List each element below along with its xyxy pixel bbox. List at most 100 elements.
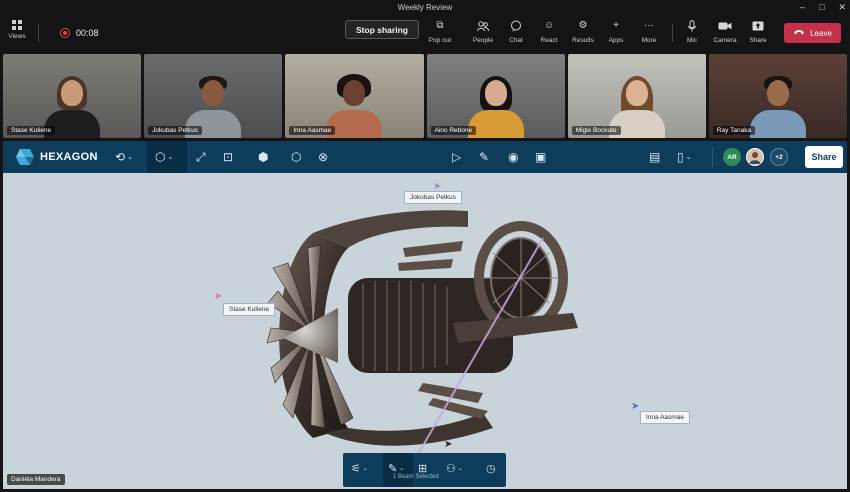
intersect-button[interactable]: ⊗	[318, 149, 328, 165]
grid-icon	[12, 20, 22, 30]
chat-button[interactable]: Chat	[500, 20, 532, 44]
play-icon: ▷	[452, 150, 462, 164]
people-icon	[467, 20, 499, 32]
play-button[interactable]: ▷	[452, 149, 461, 165]
orbit-tool[interactable]: ⟲ ⌄	[115, 149, 133, 165]
snapshot-button[interactable]: ◉	[508, 149, 518, 165]
camera-label: Camera	[713, 37, 737, 44]
orbit-icon: ⟲	[115, 150, 126, 164]
more-collaborators-badge[interactable]: +2	[770, 148, 788, 166]
divider	[672, 24, 673, 42]
chevron-down-icon: ⌄	[167, 154, 174, 161]
minimize-button[interactable]: –	[800, 2, 805, 12]
markup-toolbar: ⚟ ⌄ ✎ ⌄ ⊞ ⚇ ⌄ ◷ 1 Beam Selected	[343, 453, 506, 487]
chevron-down-icon: ⌄	[685, 154, 692, 161]
participant-video	[44, 74, 101, 138]
markup-button[interactable]: ✎	[479, 149, 489, 165]
results-icon: ⚙	[578, 20, 588, 31]
cursor-label: Stase Kuliene	[223, 303, 276, 316]
timer-tool[interactable]: ◷	[486, 462, 496, 475]
participant-video	[608, 74, 665, 138]
more-icon: ···	[644, 20, 654, 31]
stase-cursor-icon: ➤	[214, 291, 223, 302]
intersect-icon: ⊗	[318, 150, 329, 164]
cursor-label: Jokubas Petkus	[404, 191, 462, 204]
expand-icon: ⤢	[196, 149, 206, 164]
mouse-pointer-icon: ➤	[444, 439, 453, 450]
participant-tile[interactable]: Aino Rebone	[426, 54, 565, 138]
camera-button[interactable]: Camera	[709, 20, 741, 44]
save-button[interactable]: ▣	[535, 149, 546, 165]
participant-name: Ray Tanaka	[712, 126, 756, 135]
leave-button[interactable]: Leave	[784, 23, 841, 43]
divider	[712, 147, 713, 167]
phone-hangup-icon	[793, 28, 805, 38]
divider	[38, 24, 39, 42]
camera-icon	[709, 20, 741, 32]
view-cube-tool[interactable]: ⬡ ⌄	[155, 149, 173, 165]
brand-name: HEXAGON	[40, 151, 98, 163]
people-icon: ⚇	[446, 463, 456, 475]
recording-time: 00:08	[76, 28, 99, 38]
cursor-label: Inna Aasmae	[640, 411, 690, 424]
participant-name: Inna Aasmae	[289, 126, 336, 135]
avatar-photo[interactable]	[746, 148, 764, 166]
participant-name: Stase Kuliene	[7, 126, 56, 135]
participant-name: Jokubas Petkus	[148, 126, 203, 135]
chevron-down-icon: ⌄	[127, 154, 133, 161]
group-tool[interactable]: ⚇ ⌄	[446, 462, 463, 475]
section-button[interactable]: ⬡	[291, 149, 301, 165]
model-viewport[interactable]: ➤ Jokubas Petkus ➤ Stase Kuliene ➤ Inna …	[3, 173, 847, 489]
meeting-toolbar: Views 00:08 Stop sharing ⧉ Pop out Peopl…	[0, 14, 850, 50]
inna-cursor-icon: ➤	[631, 401, 640, 412]
app-toolbar: HEXAGON ⟲ ⌄ ⬡ ⌄ ⤢ ⊡ ⬢ ⬡ ⊗ ▷ ✎ ◉ ▣ ▤ ▯ ⌄ AR …	[3, 141, 847, 173]
chevron-down-icon: ⌄	[362, 466, 368, 472]
stop-sharing-button[interactable]: Stop sharing	[345, 20, 419, 39]
pop-out-label: Pop out	[428, 37, 452, 44]
participant-tile[interactable]: Ray Tanaka	[708, 54, 848, 138]
focus-button[interactable]: ⊡	[223, 149, 233, 165]
more-label: More	[641, 37, 657, 44]
more-button[interactable]: ··· More	[633, 20, 665, 44]
chat-label: Chat	[509, 37, 523, 44]
participant-tile[interactable]: Jokubas Petkus	[144, 54, 283, 138]
document-menu[interactable]: ▯ ⌄	[677, 149, 691, 165]
explode-button[interactable]: ⬢	[258, 149, 268, 165]
hexagon-logo: HEXAGON	[15, 148, 98, 166]
window-title: Weekly Review	[397, 2, 453, 12]
cube-icon: ⬡	[155, 150, 166, 164]
people-button[interactable]: People	[467, 20, 499, 44]
people-label: People	[472, 37, 494, 44]
participant-tile[interactable]: Inna Aasmae	[285, 54, 424, 138]
mic-label: Mic	[686, 37, 698, 44]
turbofan-engine-model[interactable]	[253, 193, 598, 468]
chat-icon	[500, 20, 532, 32]
participant-video	[467, 74, 524, 138]
react-icon: ☺	[543, 20, 555, 31]
share-tray-label: Share	[749, 37, 767, 44]
views-button[interactable]: Views	[6, 20, 28, 40]
comment-icon: ▤	[649, 150, 661, 164]
share-button[interactable]: Share	[805, 146, 843, 168]
react-button[interactable]: ☺ React	[533, 20, 565, 44]
participant-name: Migle Bockute	[571, 126, 621, 135]
magic-wand-tool[interactable]: ⚟ ⌄	[351, 462, 368, 475]
record-icon	[60, 28, 70, 38]
leave-label: Leave	[810, 28, 832, 38]
comments-button[interactable]: ▤	[649, 149, 660, 165]
recording-indicator: 00:08	[60, 28, 99, 38]
pop-out-button[interactable]: ⧉ Pop out	[424, 20, 456, 44]
fit-view-button[interactable]: ⤢	[196, 149, 206, 165]
views-label: Views	[8, 33, 26, 40]
results-button[interactable]: ⚙ Results	[567, 20, 599, 44]
apps-label: Apps	[608, 37, 624, 44]
participant-tile[interactable]: Migle Bockute	[567, 54, 706, 138]
avatar[interactable]: AR	[723, 148, 741, 166]
close-button[interactable]: ✕	[838, 2, 846, 13]
mic-button[interactable]: Mic	[676, 20, 708, 44]
maximize-button[interactable]: □	[819, 2, 824, 12]
title-bar: Weekly Review – □ ✕	[0, 0, 850, 14]
apps-button[interactable]: + Apps	[600, 20, 632, 44]
participant-tile[interactable]: Stase Kuliene	[3, 54, 142, 138]
share-tray-button[interactable]: Share	[742, 20, 774, 44]
